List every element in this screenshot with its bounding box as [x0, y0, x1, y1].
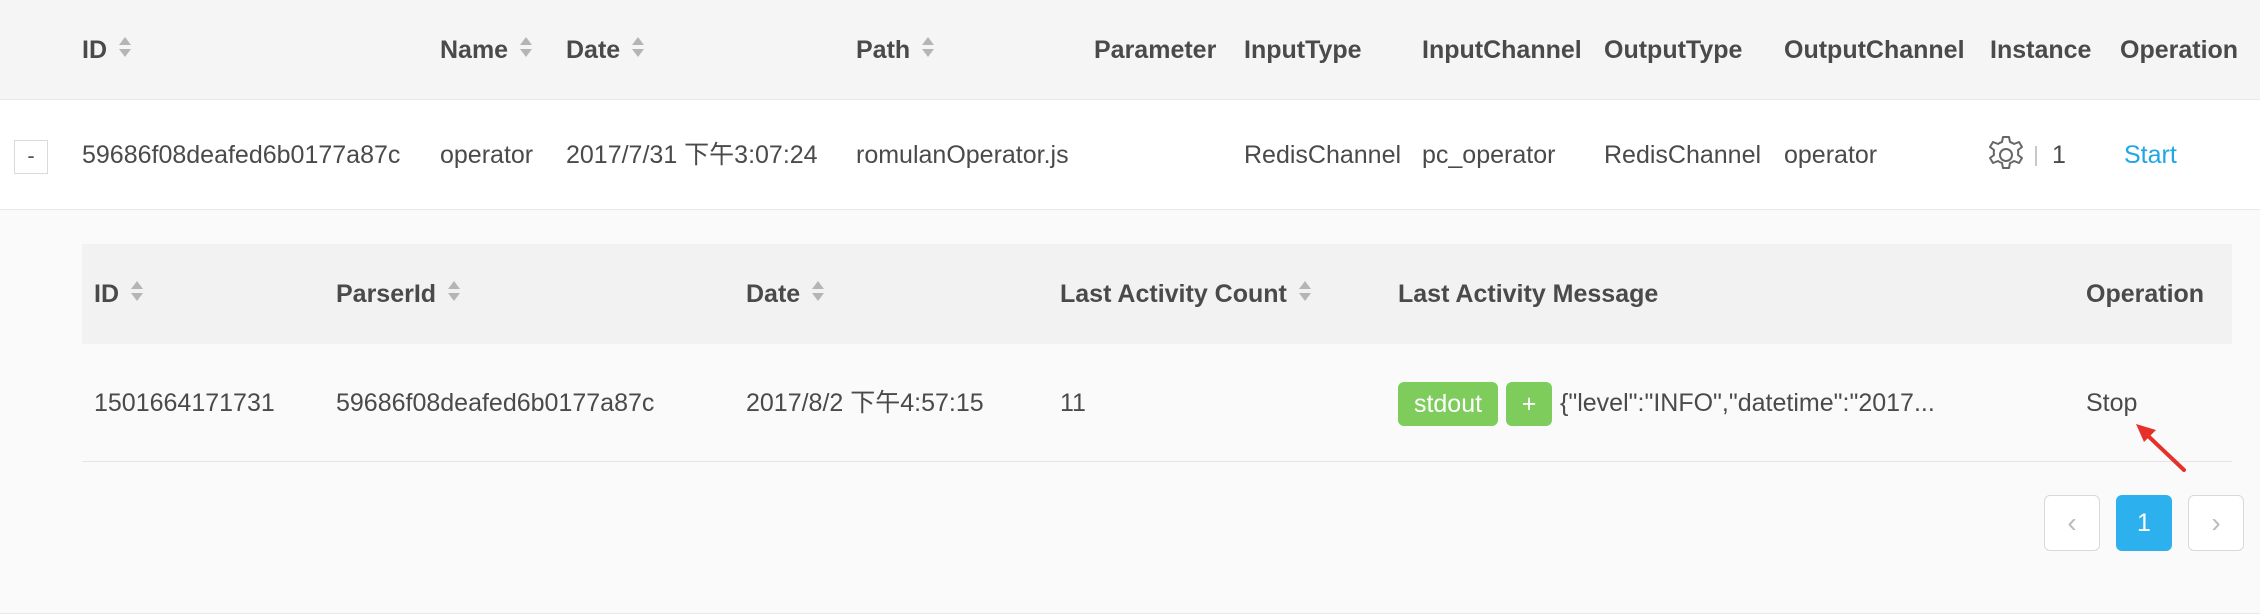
- sort-icon[interactable]: [812, 281, 825, 303]
- sort-icon[interactable]: [448, 281, 461, 303]
- cell-date: 2017/8/2 下午4:57:15: [746, 389, 984, 417]
- cell-input-type: RedisChannel: [1244, 141, 1402, 169]
- column-header-parameter: Parameter: [1094, 36, 1217, 64]
- column-header-label: Date: [566, 36, 621, 64]
- sort-icon[interactable]: [131, 281, 143, 303]
- instance-table-header: ID ParserId Date Last Activity Count Las…: [82, 244, 2232, 344]
- column-header-label: ParserId: [336, 280, 437, 308]
- start-link[interactable]: Start: [2124, 100, 2177, 210]
- column-header-date[interactable]: Date: [746, 244, 825, 344]
- column-header-name[interactable]: Name: [440, 0, 533, 100]
- annotation-arrow-icon: [2136, 424, 2186, 472]
- column-header-id[interactable]: ID: [82, 0, 131, 100]
- table-row: - 59686f08deafed6b0177a87c operator 2017…: [0, 100, 2260, 210]
- sort-icon[interactable]: [922, 37, 935, 59]
- column-header-label: Date: [746, 280, 801, 308]
- column-header-label: Path: [856, 36, 911, 64]
- cell-output-channel: operator: [1784, 141, 1878, 169]
- cell-parser-id: 59686f08deafed6b0177a87c: [336, 389, 655, 417]
- cell-path: romulanOperator.js: [856, 141, 1069, 169]
- column-header-parser-id[interactable]: ParserId: [336, 244, 461, 344]
- column-header-input-channel: InputChannel: [1422, 36, 1582, 64]
- column-header-label: ID: [82, 36, 107, 64]
- pagination-next-button[interactable]: ›: [2188, 495, 2244, 551]
- cell-date: 2017/7/31 下午3:07:24: [566, 141, 818, 169]
- table-row: 1501664171731 59686f08deafed6b0177a87c 2…: [82, 344, 2232, 462]
- column-header-instance: Instance: [1990, 36, 2092, 64]
- column-header-path[interactable]: Path: [856, 0, 935, 100]
- cell-input-channel: pc_operator: [1422, 141, 1556, 169]
- sort-icon[interactable]: [520, 37, 533, 59]
- instance-divider: [2035, 146, 2037, 166]
- column-header-label: Name: [440, 36, 509, 64]
- cell-id: 59686f08deafed6b0177a87c: [82, 141, 401, 169]
- cell-output-type: RedisChannel: [1604, 141, 1762, 169]
- column-header-id[interactable]: ID: [94, 244, 143, 344]
- column-header-output-channel: OutputChannel: [1784, 36, 1965, 64]
- cell-id: 1501664171731: [94, 389, 275, 417]
- pagination-prev-button[interactable]: ‹: [2044, 495, 2100, 551]
- column-header-output-type: OutputType: [1604, 36, 1743, 64]
- column-header-input-type: InputType: [1244, 36, 1362, 64]
- cell-last-activity-count: 11: [1060, 389, 1086, 417]
- sort-icon[interactable]: [632, 37, 645, 59]
- main-table-header: ID Name Date Path Parameter InputType In…: [0, 0, 2260, 100]
- cell-name: operator: [440, 141, 534, 169]
- column-header-date[interactable]: Date: [566, 0, 645, 100]
- collapse-row-button[interactable]: -: [14, 140, 48, 174]
- expanded-row-panel: ID ParserId Date Last Activity Count Las…: [0, 210, 2260, 614]
- instance-count: 1: [2052, 141, 2066, 169]
- column-header-last-activity-message: Last Activity Message: [1398, 280, 1659, 308]
- cell-last-activity-message: {"level":"INFO","datetime":"2017...: [1560, 389, 1935, 417]
- column-header-last-activity-count[interactable]: Last Activity Count: [1060, 244, 1311, 344]
- stdout-tag[interactable]: stdout: [1398, 382, 1498, 426]
- expand-message-button[interactable]: +: [1506, 382, 1552, 426]
- sort-icon[interactable]: [1298, 281, 1311, 303]
- pagination-page-1[interactable]: 1: [2116, 495, 2172, 551]
- column-header-operation: Operation: [2120, 36, 2239, 64]
- column-header-operation: Operation: [2086, 280, 2205, 308]
- column-header-label: ID: [94, 280, 119, 308]
- gear-icon[interactable]: [1984, 133, 2028, 177]
- column-header-label: Last Activity Count: [1060, 280, 1287, 308]
- sort-icon[interactable]: [119, 37, 131, 59]
